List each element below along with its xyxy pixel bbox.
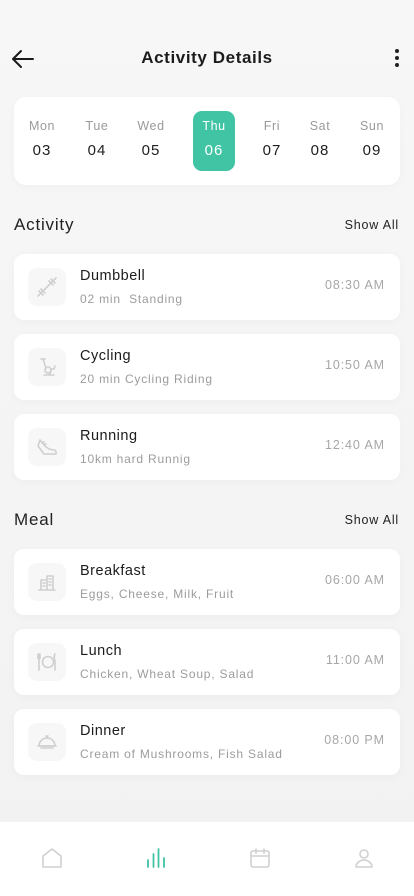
day-date: 09	[362, 142, 382, 159]
dot	[395, 63, 399, 67]
day-fri[interactable]: Fri 07	[251, 111, 293, 171]
running-shoe-icon	[28, 428, 66, 466]
day-wed[interactable]: Wed 05	[130, 111, 172, 171]
meal-detail: Chicken, Wheat Soup, Salad	[80, 667, 255, 681]
activity-section-title: Activity	[14, 215, 75, 234]
more-vertical-icon	[395, 49, 399, 53]
tab-stats[interactable]	[142, 844, 170, 872]
day-tue[interactable]: Tue 04	[76, 111, 118, 171]
activity-time: 08:30 AM	[324, 278, 385, 292]
activity-card-dumbbell[interactable]: Dumbbell 02 min Standing 08:30 AM	[14, 254, 400, 320]
activity-card-cycling[interactable]: Cycling 20 min Cycling Riding 10:50 AM	[14, 334, 400, 400]
bottom-tab-bar	[0, 822, 414, 896]
meal-time: 06:00 AM	[324, 573, 385, 587]
date-selector: Mon 03 Tue 04 Wed 05 Thu 06 Fri 07 Sat 0…	[14, 97, 400, 185]
dot	[395, 56, 399, 60]
meal-detail: Cream of Mushrooms, Fish Salad	[80, 747, 283, 761]
day-thu[interactable]: Thu 06	[193, 111, 235, 171]
meal-time: 11:00 AM	[325, 653, 385, 667]
day-name: Fri	[263, 119, 281, 133]
meal-card-lunch[interactable]: Lunch Chicken, Wheat Soup, Salad 11:00 A…	[14, 629, 400, 695]
day-date: 05	[141, 142, 161, 159]
day-date: 07	[262, 142, 282, 159]
exercise-bike-icon	[28, 348, 66, 386]
day-sat[interactable]: Sat 08	[299, 111, 341, 171]
activity-detail: 10km hard Runnig	[80, 452, 191, 466]
activity-time: 10:50 AM	[324, 358, 385, 372]
activity-detail: 20 min Cycling Riding	[80, 372, 213, 386]
day-name: Wed	[137, 119, 165, 133]
meal-card-breakfast[interactable]: Breakfast Eggs, Cheese, Milk, Fruit 06:0…	[14, 549, 400, 615]
meal-card-dinner[interactable]: Dinner Cream of Mushrooms, Fish Salad 08…	[14, 709, 400, 775]
breakfast-icon	[28, 563, 66, 601]
page-title: Activity Details	[141, 48, 273, 67]
day-date: 04	[87, 142, 107, 159]
day-date: 03	[32, 142, 52, 159]
meal-show-all-link[interactable]: Show All	[345, 513, 399, 527]
stats-icon	[147, 848, 165, 868]
day-sun[interactable]: Sun 09	[351, 111, 393, 171]
day-date: 06	[204, 142, 224, 159]
meal-name: Dinner	[80, 723, 126, 739]
activity-name: Running	[80, 428, 138, 444]
meal-name: Breakfast	[80, 563, 146, 579]
activity-name: Cycling	[80, 348, 132, 364]
day-date: 08	[310, 142, 330, 159]
meal-time: 08:00 PM	[324, 733, 385, 747]
dumbbell-icon	[28, 268, 66, 306]
profile-icon	[355, 849, 373, 868]
activity-detail: 02 min Standing	[80, 292, 183, 306]
tab-home[interactable]	[38, 844, 66, 872]
day-name: Tue	[85, 119, 109, 133]
day-name: Sat	[309, 119, 331, 133]
day-name: Thu	[202, 119, 226, 133]
activity-card-running[interactable]: Running 10km hard Runnig 12:40 AM	[14, 414, 400, 480]
more-options-button[interactable]	[390, 46, 404, 70]
meal-name: Lunch	[80, 643, 123, 659]
plate-cutlery-icon	[28, 643, 66, 681]
meal-detail: Eggs, Cheese, Milk, Fruit	[80, 587, 235, 601]
activity-show-all-link[interactable]: Show All	[345, 218, 399, 232]
day-name: Sun	[359, 119, 385, 133]
meal-section-title: Meal	[14, 510, 55, 529]
calendar-icon	[250, 848, 270, 868]
activity-time: 12:40 AM	[324, 438, 385, 452]
tab-profile[interactable]	[350, 844, 378, 872]
activity-name: Dumbbell	[80, 268, 146, 284]
home-icon	[42, 848, 62, 868]
day-mon[interactable]: Mon 03	[21, 111, 63, 171]
tab-calendar[interactable]	[246, 844, 274, 872]
cloche-icon	[28, 723, 66, 761]
day-name: Mon	[28, 119, 56, 133]
